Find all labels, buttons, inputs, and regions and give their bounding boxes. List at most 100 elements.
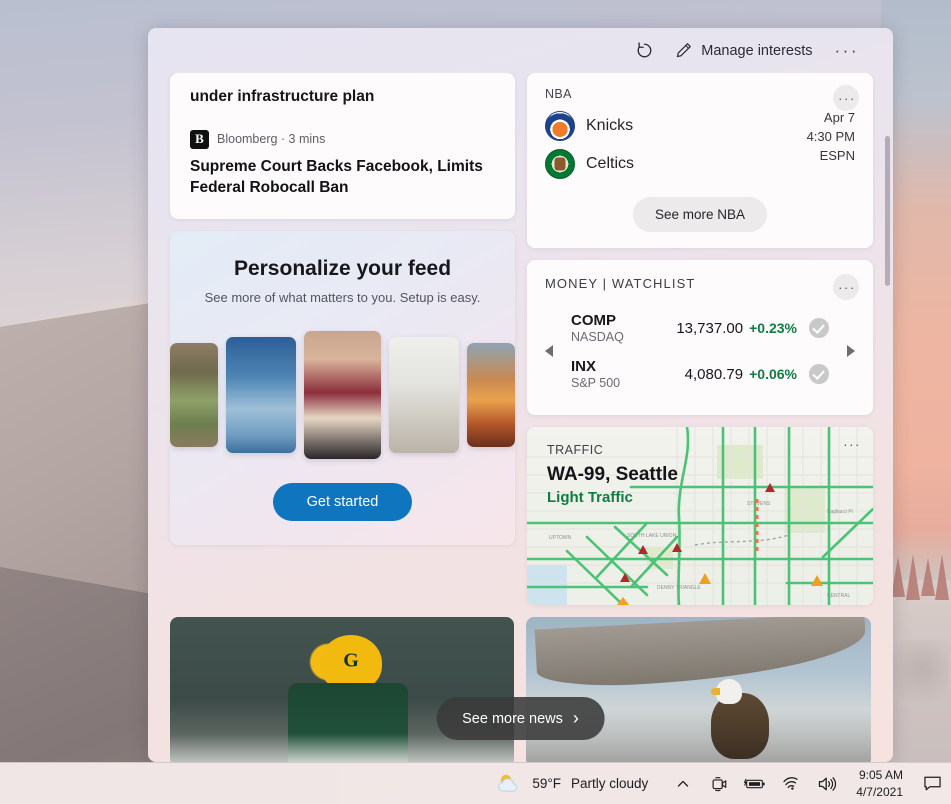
price-value: 13,737.00 [676,319,744,337]
see-more-nba-button[interactable]: See more NBA [632,197,768,232]
watchlist-rows: COMP NASDAQ 13,737.00 +0.23% INX S&P 500… [545,305,855,397]
volume-icon [819,776,837,791]
battery-button[interactable] [738,767,772,801]
watchlist-row[interactable]: INX S&P 500 4,080.79 +0.06% [571,351,829,397]
chevron-up-icon [678,780,689,787]
watchlist-row[interactable]: COMP NASDAQ 13,737.00 +0.23% [571,305,829,351]
ticker-symbol: COMP [571,312,616,329]
nba-teams: Knicks Celtics Apr 7 4:30 PM ESPN [545,107,855,183]
watchlist-title: MONEY | WATCHLIST [545,276,696,291]
ticker-symbol: INX [571,358,597,375]
source-row: B Bloomberg · 3 mins [190,129,495,149]
index-name: NASDAQ [571,330,624,344]
svg-text:Pagliacci Pi: Pagliacci Pi [827,509,853,515]
taskbar-weather-widget[interactable]: 59°F Partly cloudy [482,763,662,804]
article-headline[interactable]: Supreme Court Backs Facebook, Limits Fed… [190,157,495,199]
traffic-location: WA-99, Seattle [547,464,678,485]
svg-text:UPTOWN: UPTOWN [549,535,572,541]
interior-thumbnail[interactable] [389,336,460,453]
personalize-subtitle: See more of what matters to you. Setup i… [204,289,481,305]
symbol-block: INX S&P 500 [571,358,667,390]
scrollbar-thumb[interactable] [885,136,890,286]
manage-interests-button[interactable]: Manage interests [664,34,822,68]
source-and-time: Bloomberg · 3 mins [217,132,326,147]
packers-quarterback-photo[interactable] [170,617,514,762]
bottom-image-cards [170,617,871,762]
price-value: 4,080.79 [684,365,744,383]
traffic-overlay: TRAFFIC WA-99, Seattle Light Traffic [547,443,678,506]
eagle-body [711,693,769,759]
traffic-more-options-button[interactable]: ··· [843,437,861,452]
see-more-news-label: See more news [462,710,563,727]
symbol-block: COMP NASDAQ [571,312,667,344]
panel-content: under infrastructure plan B Bloomberg · … [148,73,893,762]
cards-grid: under infrastructure plan B Bloomberg · … [170,73,873,605]
notification-icon [923,776,941,791]
watchlist-added-check-icon[interactable] [809,364,829,384]
panel-header: Manage interests ··· [148,28,893,73]
volume-button[interactable] [810,767,844,801]
watchlist-more-options-button[interactable]: ··· [833,274,859,300]
garden-thumbnail[interactable] [170,342,218,447]
get-started-button[interactable]: Get started [272,482,413,521]
money-watchlist-card: MONEY | WATCHLIST ··· COMP NASDAQ 13,737… [527,260,873,415]
game-channel: ESPN [819,147,855,163]
panel-scrollbar[interactable] [885,76,890,762]
city-thumbnail[interactable] [225,336,296,453]
team-name: Celtics [586,155,635,172]
news-article-card[interactable]: under infrastructure plan B Bloomberg · … [170,73,515,219]
knicks-logo-icon [545,111,575,141]
taskbar: 59°F Partly cloudy 9:05 AM 4/7/2021 [0,762,951,804]
clock-button[interactable]: 9:05 AM 4/7/2021 [848,767,913,799]
refresh-button[interactable] [625,34,664,68]
nba-label: NBA [545,87,572,101]
traffic-label: TRAFFIC [547,443,604,457]
game-time: 4:30 PM [806,128,855,144]
weather-temperature: 59°F [532,776,561,791]
bloomberg-logo-icon: B [190,129,209,149]
game-date: Apr 7 [823,110,855,125]
panel-more-options-button[interactable]: ··· [823,34,871,68]
meet-now-button[interactable] [702,767,736,801]
change-percent: +0.23% [749,320,797,336]
show-hidden-icons-button[interactable] [666,767,700,801]
clock-time: 9:05 AM [858,768,903,783]
eagle-head [711,679,742,704]
food-thumbnail[interactable] [303,330,382,459]
manage-interests-label: Manage interests [701,42,813,59]
packers-jersey [288,683,408,762]
watchlist-added-check-icon[interactable] [809,318,829,338]
traffic-status: Light Traffic [547,489,633,506]
battery-charging-icon [744,778,765,788]
watchlist-prev-arrow[interactable] [545,345,553,357]
nba-scores-card: NBA ··· Knicks Celtics Apr 7 4:30 PM ESP… [527,73,873,248]
svg-text:DENNY TRIANGLE: DENNY TRIANGLE [657,585,701,591]
refresh-icon [637,42,652,58]
see-more-news-button[interactable]: See more news › [436,697,605,740]
personalize-title: Personalize your feed [233,256,452,280]
network-button[interactable] [774,767,808,801]
desktop: Manage interests ··· under infrastructur… [0,0,951,804]
bald-eagle-photo[interactable] [526,617,871,762]
chevron-right-icon: › [572,708,579,728]
clock-date: 4/7/2021 [856,784,903,799]
news-and-interests-panel: Manage interests ··· under infrastructur… [148,28,893,762]
sunset-car-thumbnail[interactable] [467,342,515,447]
thumbnail-strip [170,330,515,459]
partly-cloudy-icon [498,774,518,792]
watchlist-next-arrow[interactable] [847,345,855,357]
svg-text:SOUTH LAKE UNION: SOUTH LAKE UNION [627,533,677,539]
notification-center-button[interactable] [913,763,951,804]
traffic-card[interactable]: STEVENS Pagliacci Pi DENNY TRIANGLE CENT… [527,427,873,605]
weather-condition: Partly cloudy [570,776,649,791]
wifi-icon [783,777,798,790]
right-column: NBA ··· Knicks Celtics Apr 7 4:30 PM ESP… [527,73,873,605]
change-percent: +0.06% [749,366,797,382]
index-name: S&P 500 [571,376,621,390]
personalize-feed-card: Personalize your feed See more of what m… [170,230,515,545]
pencil-icon [677,43,692,58]
svg-text:STEVENS: STEVENS [747,501,771,507]
svg-text:CENTRAL: CENTRAL [827,593,851,599]
meet-now-icon [712,776,727,791]
team-name: Knicks [586,117,634,134]
